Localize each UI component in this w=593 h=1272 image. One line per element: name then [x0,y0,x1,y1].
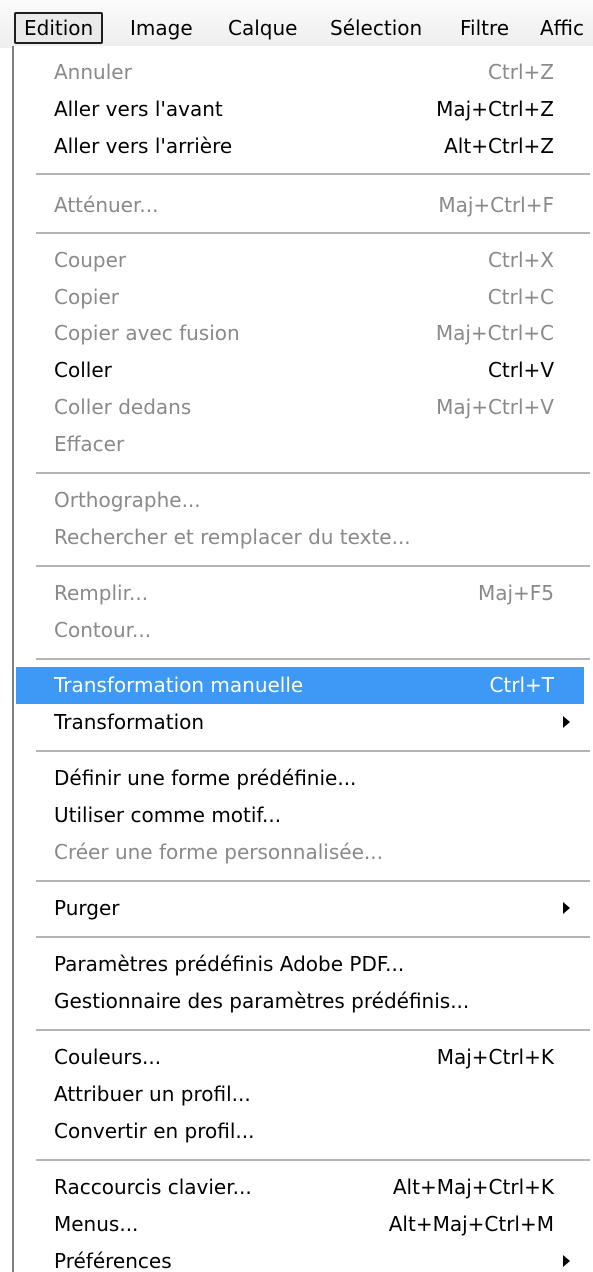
submenu-arrow-icon [563,902,570,914]
menu-item-label: Préférences [54,1249,172,1272]
menu-item-label: Annuler [54,60,132,84]
menu-item-label: Effacer [54,432,125,456]
menu-item-aller-vers-arriere[interactable]: Aller vers l'arrière Alt+Ctrl+Z [16,128,584,165]
menu-separator [36,472,590,474]
menu-item-label: Gestionnaire des paramètres prédéfinis..… [54,989,470,1013]
menu-item-label: Menus... [54,1212,139,1236]
menu-item-shortcut: Maj+F5 [477,581,554,605]
menubar-item-image[interactable]: Image [130,12,193,44]
submenu-arrow-icon [563,716,570,728]
menu-item-label: Définir une forme prédéfinie... [54,766,357,790]
submenu-arrow-icon [563,1255,570,1267]
menu-separator [36,1159,590,1161]
menu-item-label: Remplir... [54,581,149,605]
menu-item-attribuer-profil[interactable]: Attribuer un profil... [16,1076,584,1113]
menu-separator [36,880,590,882]
menu-item-shortcut: Maj+Ctrl+Z [436,97,554,121]
menu-item-label: Créer une forme personnalisée... [54,840,383,864]
menubar-item-filtre[interactable]: Filtre [460,12,509,44]
menu-item-shortcut: Maj+Ctrl+K [436,1045,554,1069]
menu-separator [36,173,590,175]
menu-item-creer-forme-personnalisee[interactable]: Créer une forme personnalisée... [16,834,584,871]
menu-item-shortcut: Ctrl+X [487,248,554,272]
menu-item-shortcut: Alt+Ctrl+Z [444,134,554,158]
menu-item-label: Transformation [54,710,205,734]
menu-item-transformation[interactable]: Transformation [16,704,584,741]
menu-item-copier-avec-fusion[interactable]: Copier avec fusion Maj+Ctrl+C [16,315,584,352]
menu-item-label: Attribuer un profil... [54,1082,251,1106]
menu-item-shortcut: Ctrl+V [487,358,554,382]
menu-bar: Edition Image Calque Sélection Filtre Af… [0,0,593,48]
menu-item-coller[interactable]: Coller Ctrl+V [16,352,584,389]
menubar-item-affichage[interactable]: Affic [540,12,584,44]
menu-item-shortcut: Maj+Ctrl+C [435,321,554,345]
menu-item-aller-vers-avant[interactable]: Aller vers l'avant Maj+Ctrl+Z [16,91,584,128]
menu-item-convertir-profil[interactable]: Convertir en profil... [16,1113,584,1150]
menu-item-raccourcis-clavier[interactable]: Raccourcis clavier... Alt+Maj+Ctrl+K [16,1169,584,1206]
menu-item-transformation-manuelle[interactable]: Transformation manuelle Ctrl+T [16,667,584,704]
menu-item-couleurs[interactable]: Couleurs... Maj+Ctrl+K [16,1039,584,1076]
menu-separator [36,232,590,234]
menu-item-shortcut: Ctrl+T [489,673,554,697]
menu-item-definir-forme-predefinie[interactable]: Définir une forme prédéfinie... [16,760,584,797]
menu-separator [36,750,590,752]
menu-item-preferences[interactable]: Préférences [16,1243,584,1272]
menu-item-rechercher-remplacer[interactable]: Rechercher et remplacer du texte... [16,519,584,556]
menu-item-label: Couper [54,248,127,272]
menu-separator [36,936,590,938]
menu-item-label: Aller vers l'avant [54,97,223,121]
menu-item-gestionnaire-parametres[interactable]: Gestionnaire des paramètres prédéfinis..… [16,983,584,1020]
menu-item-shortcut: Ctrl+C [487,285,554,309]
menu-item-shortcut: Ctrl+Z [487,60,554,84]
menu-item-label: Raccourcis clavier... [54,1175,252,1199]
menu-item-shortcut: Alt+Maj+Ctrl+M [388,1212,554,1236]
menu-item-parametres-adobe-pdf[interactable]: Paramètres prédéfinis Adobe PDF... [16,946,584,983]
menu-item-label: Couleurs... [54,1045,162,1069]
menu-item-menus[interactable]: Menus... Alt+Maj+Ctrl+M [16,1206,584,1243]
menu-item-shortcut: Maj+Ctrl+V [436,395,554,419]
menu-item-utiliser-comme-motif[interactable]: Utiliser comme motif... [16,797,584,834]
menu-item-shortcut: Maj+Ctrl+F [438,193,554,217]
menu-item-label: Convertir en profil... [54,1119,255,1143]
menu-item-shortcut: Alt+Maj+Ctrl+K [392,1175,554,1199]
menu-item-couper[interactable]: Couper Ctrl+X [16,242,584,279]
menu-item-label: Aller vers l'arrière [54,134,233,158]
menu-item-effacer[interactable]: Effacer [16,426,584,463]
menu-item-label: Purger [54,896,120,920]
menu-separator [36,565,590,567]
menu-item-label: Contour... [54,618,152,642]
menu-item-orthographe[interactable]: Orthographe... [16,482,584,519]
menubar-item-calque[interactable]: Calque [228,12,297,44]
menu-separator [36,658,590,660]
menu-item-coller-dedans[interactable]: Coller dedans Maj+Ctrl+V [16,389,584,426]
menu-item-label: Coller [54,358,112,382]
menu-item-annuler[interactable]: Annuler Ctrl+Z [16,54,584,91]
menu-item-label: Paramètres prédéfinis Adobe PDF... [54,952,405,976]
menu-item-label: Utiliser comme motif... [54,803,282,827]
menu-item-contour[interactable]: Contour... [16,612,584,649]
menubar-item-selection[interactable]: Sélection [330,12,422,44]
menu-item-label: Transformation manuelle [54,673,304,697]
menu-item-label: Copier [54,285,119,309]
menu-item-label: Rechercher et remplacer du texte... [54,525,411,549]
menu-separator [36,1029,590,1031]
menu-item-copier[interactable]: Copier Ctrl+C [16,279,584,316]
menu-item-label: Coller dedans [54,395,192,419]
menu-item-label: Copier avec fusion [54,321,240,345]
menu-item-remplir[interactable]: Remplir... Maj+F5 [16,575,584,612]
menu-item-purger[interactable]: Purger [16,890,584,927]
menu-item-label: Atténuer... [54,193,159,217]
edition-dropdown-menu: Annuler Ctrl+Z Aller vers l'avant Maj+Ct… [12,46,593,1272]
app-screen: Edition Image Calque Sélection Filtre Af… [0,0,593,1272]
menu-item-attenuer[interactable]: Atténuer... Maj+Ctrl+F [16,187,584,224]
menubar-item-edition[interactable]: Edition [14,12,104,44]
menu-item-label: Orthographe... [54,488,201,512]
